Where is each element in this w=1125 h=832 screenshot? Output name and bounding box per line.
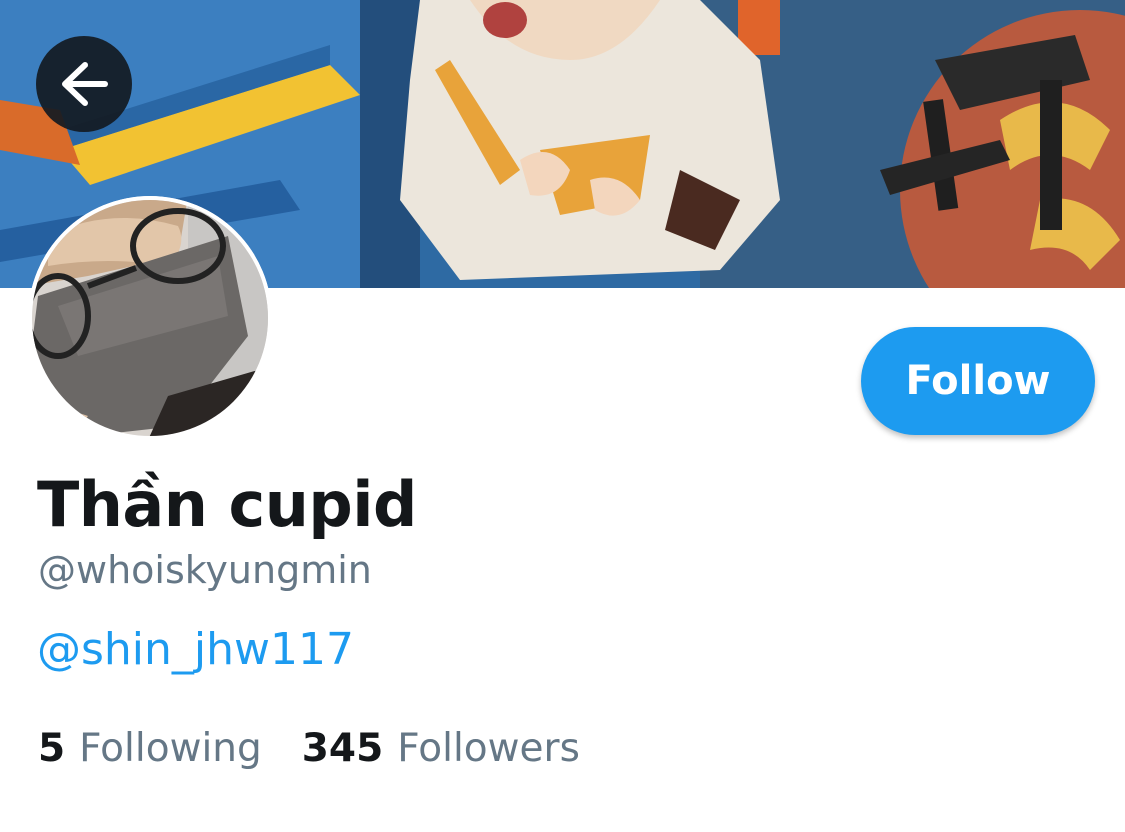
bio-mention-link[interactable]: @shin_jhw117 (37, 624, 354, 675)
back-button[interactable] (36, 36, 132, 132)
profile-display-name: Thần cupid (37, 468, 417, 541)
profile-avatar[interactable] (28, 196, 272, 440)
avatar-photo (28, 196, 272, 440)
followers-count: 345 (301, 726, 384, 771)
followers-label: Followers (397, 726, 580, 771)
arrow-left-icon (62, 62, 108, 106)
following-stat[interactable]: 5 Following (38, 726, 262, 771)
profile-handle: @whoiskyungmin (38, 548, 372, 592)
following-label: Following (79, 726, 262, 771)
following-count: 5 (38, 726, 66, 771)
followers-stat[interactable]: 345 Followers (302, 726, 580, 771)
follow-button[interactable]: Follow (861, 327, 1095, 435)
profile-stats: 5 Following 345 Followers (38, 726, 580, 771)
